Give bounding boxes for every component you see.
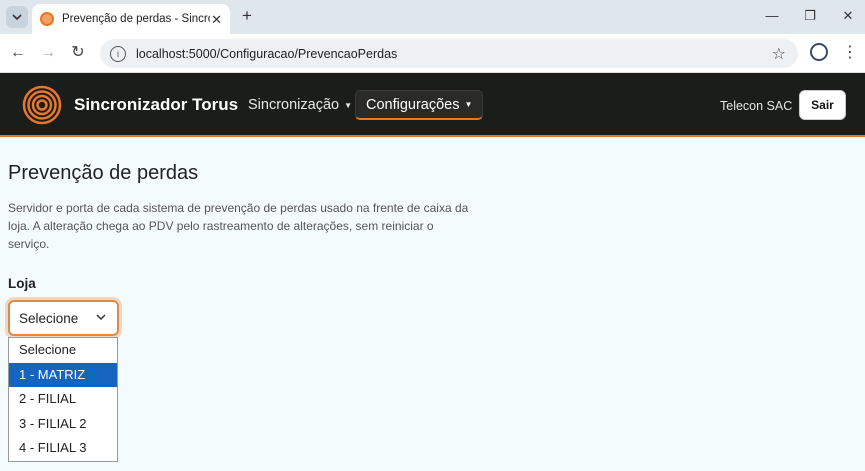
favicon-icon [40, 12, 54, 26]
page-description: Servidor e porta de cada sistema de prev… [8, 201, 469, 251]
menu-configuracoes[interactable]: Configurações ▼ [355, 90, 484, 120]
browser-tab-active[interactable]: Prevenção de perdas - Sincronizador Toru… [32, 4, 230, 34]
store-option[interactable]: 1 - MATRIZ [9, 362, 117, 388]
caret-down-icon: ▼ [344, 100, 352, 110]
address-bar[interactable]: i localhost:5000/Configuracao/PrevencaoP… [100, 39, 798, 68]
close-window-icon[interactable]: ✕ [838, 7, 858, 25]
logout-button[interactable]: Sair [799, 90, 846, 120]
tab-search-button[interactable] [6, 6, 28, 28]
profile-avatar-icon[interactable] [810, 43, 828, 61]
menu-label: Configurações [366, 96, 460, 113]
store-select-value: Selecione [19, 310, 79, 326]
app-brand[interactable]: Sincronizador Torus [74, 95, 238, 115]
store-dropdown-list: Selecione 1 - MATRIZ 2 - FILIAL 3 - FILI… [8, 337, 118, 462]
url-text: localhost:5000/Configuracao/PrevencaoPer… [136, 46, 398, 61]
store-option[interactable]: 2 - FILIAL [9, 387, 117, 412]
chevron-down-icon [96, 314, 106, 321]
forward-arrow-icon[interactable]: → [38, 44, 58, 62]
restore-icon[interactable]: ❐ [800, 7, 820, 25]
chevron-down-icon [12, 14, 22, 21]
browser-menu-icon[interactable]: ⋮ [842, 42, 858, 62]
store-field-label: Loja [8, 276, 36, 291]
menu-label: Sincronização [248, 97, 340, 113]
tab-close-icon[interactable]: ✕ [211, 12, 222, 28]
menu-sincronizacao[interactable]: Sincronização ▼ [238, 90, 362, 120]
user-name: Telecon SAC [720, 99, 793, 113]
reload-icon[interactable]: ↻ [68, 44, 88, 62]
browser-tabstrip: Prevenção de perdas - Sincronizador Toru… [0, 0, 865, 34]
back-arrow-icon[interactable]: ← [8, 44, 28, 62]
browser-toolbar: ← → ↻ i localhost:5000/Configuracao/Prev… [0, 34, 865, 73]
new-tab-icon[interactable]: + [238, 6, 256, 26]
app-navbar: Sincronizador Torus Sincronização ▼ Conf… [0, 73, 865, 137]
store-option[interactable]: Selecione [9, 338, 117, 363]
minimize-icon[interactable]: — [762, 7, 782, 25]
tab-title: Prevenção de perdas - Sincronizador Toru… [62, 13, 210, 25]
caret-down-icon: ▼ [464, 100, 473, 109]
page-title: Prevenção de perdas [8, 162, 199, 184]
store-option[interactable]: 4 - FILIAL 3 [9, 436, 117, 461]
torus-logo-icon [22, 85, 62, 125]
bookmark-star-icon[interactable]: ☆ [772, 44, 786, 64]
store-option[interactable]: 3 - FILIAL 2 [9, 412, 117, 437]
site-info-icon[interactable]: i [110, 45, 126, 62]
store-select[interactable]: Selecione [8, 300, 119, 336]
